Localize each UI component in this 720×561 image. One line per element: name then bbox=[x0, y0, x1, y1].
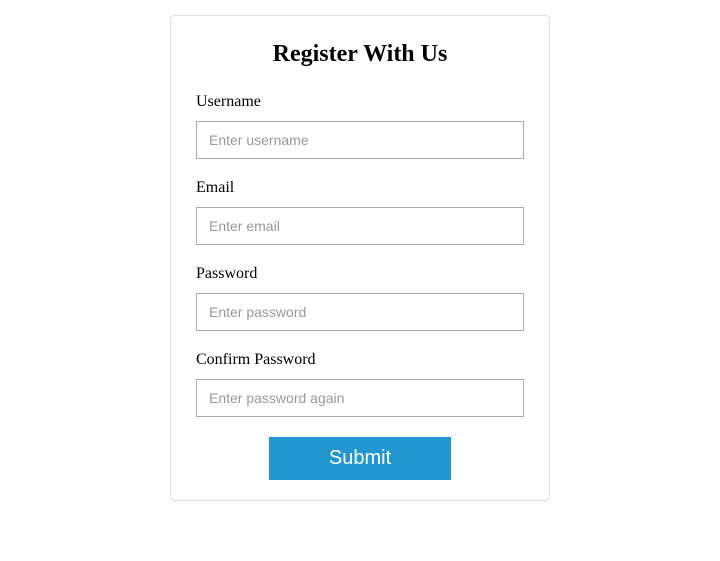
submit-button[interactable]: Submit bbox=[269, 437, 451, 480]
password-input[interactable] bbox=[196, 293, 524, 331]
username-input[interactable] bbox=[196, 121, 524, 159]
confirm-password-label: Confirm Password bbox=[196, 351, 524, 369]
register-card: Register With Us Username Email Password… bbox=[170, 15, 550, 501]
password-label: Password bbox=[196, 265, 524, 283]
username-group: Username bbox=[196, 93, 524, 159]
password-group: Password bbox=[196, 265, 524, 331]
email-group: Email bbox=[196, 179, 524, 245]
email-label: Email bbox=[196, 179, 524, 197]
confirm-password-group: Confirm Password bbox=[196, 351, 524, 417]
email-input[interactable] bbox=[196, 207, 524, 245]
confirm-password-input[interactable] bbox=[196, 379, 524, 417]
username-label: Username bbox=[196, 93, 524, 111]
form-title: Register With Us bbox=[196, 41, 524, 68]
